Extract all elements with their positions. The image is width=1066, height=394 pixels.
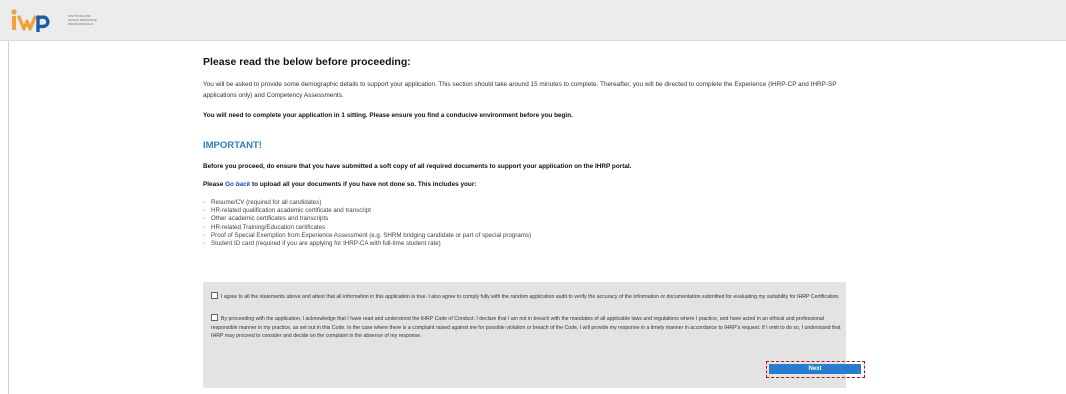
agree-statement-row: I agree to all the statements above and … [211,292,846,302]
list-item: HR-related Training/Education certificat… [203,224,531,232]
list-item: HR-related qualification academic certif… [203,207,531,215]
next-button[interactable]: Next [769,364,861,374]
upload-reminder-suffix: to upload all your documents if you have… [252,181,477,188]
list-item: Other academic certificates and transcri… [203,215,531,223]
logo-wordmark: INSTITUTE FOR HUMAN RESOURCE PROFESSIONA… [68,14,98,26]
required-documents-list: Resume/CV (required for all candidates) … [203,199,531,248]
before-proceed-text: Before you proceed, do ensure that you h… [203,163,632,170]
ihrp-logo[interactable]: INSTITUTE FOR HUMAN RESOURCE PROFESSIONA… [10,8,98,32]
page-left-border [8,0,9,394]
code-of-conduct-row: By proceeding with the application, I ac… [211,314,846,341]
go-back-link[interactable]: Go back [225,181,250,188]
agree-statement-label: I agree to all the statements above and … [221,294,840,300]
agree-checkbox[interactable] [211,292,218,299]
list-item: Proof of Special Exemption from Experien… [203,232,531,240]
sitting-notice: You will need to complete your applicati… [203,112,573,119]
main-content: Please read the below before proceeding:… [203,56,865,388]
upload-reminder-prefix: Please [203,181,224,188]
code-of-conduct-label: By proceeding with the application, I ac… [211,316,841,340]
header-bar: INSTITUTE FOR HUMAN RESOURCE PROFESSIONA… [0,0,1066,41]
agreement-panel: I agree to all the statements above and … [203,282,865,388]
page-title: Please read the below before proceeding: [203,56,411,68]
next-button-highlight: Next [766,361,865,378]
ihrp-logo-icon [11,9,50,32]
upload-reminder: Please Go back to upload all your docume… [203,181,476,188]
code-of-conduct-checkbox[interactable] [211,314,218,321]
list-item: Resume/CV (required for all candidates) [203,199,531,207]
important-heading: IMPORTANT! [203,140,262,151]
list-item: Student ID card (required if you are app… [203,240,531,248]
logo-text-line: PROFESSIONALS [68,22,94,26]
intro-text: You will be asked to provide some demogr… [203,81,837,99]
